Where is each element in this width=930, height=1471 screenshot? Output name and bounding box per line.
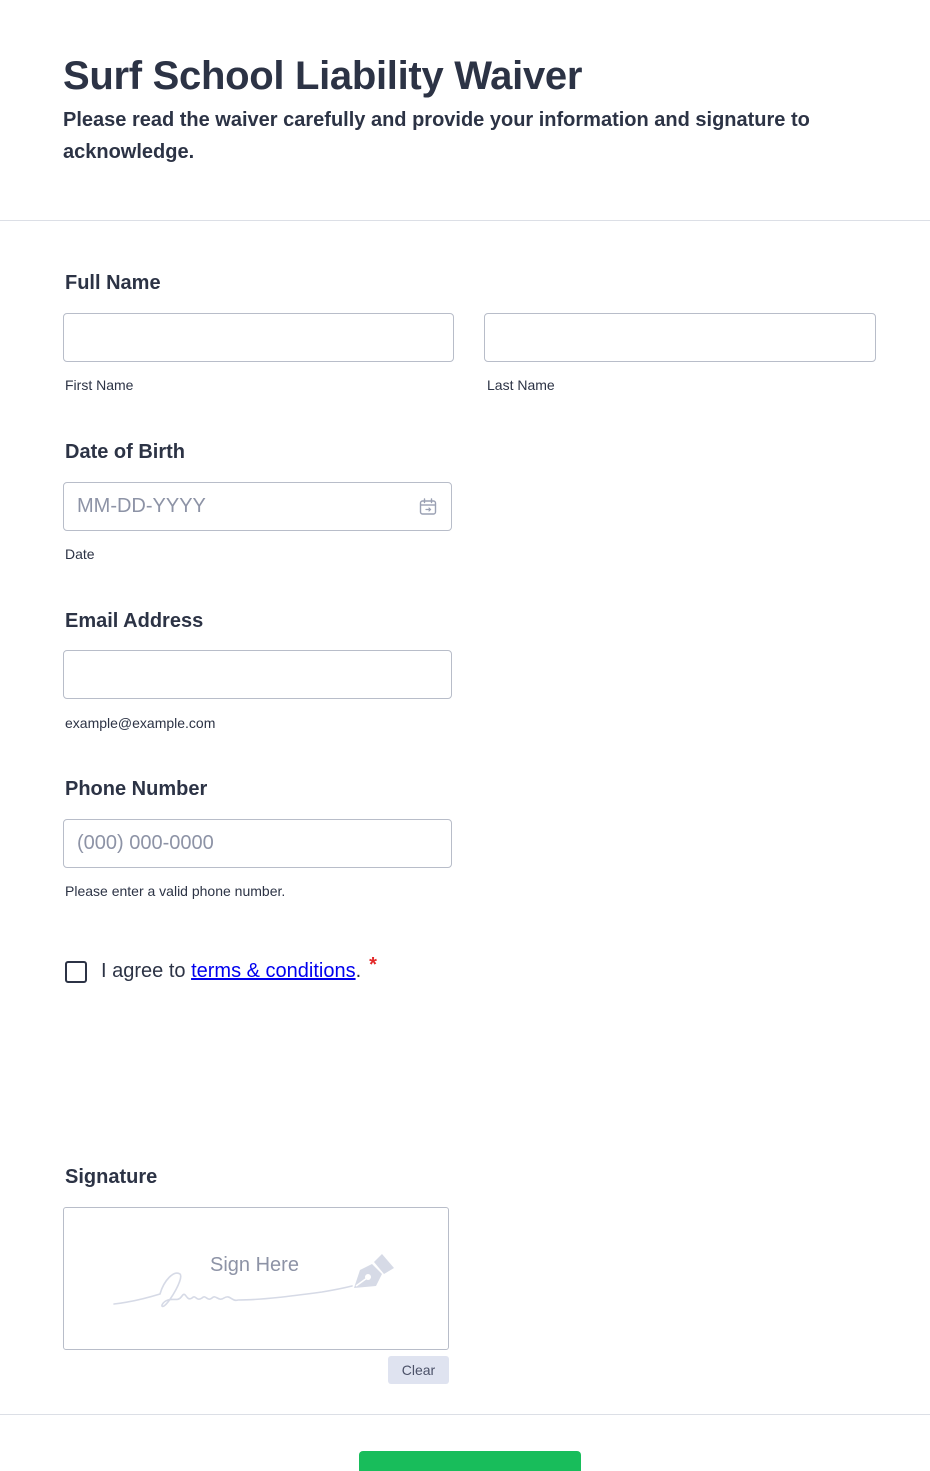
email-label: Email Address — [65, 610, 204, 632]
header-divider — [0, 220, 930, 221]
submit-button[interactable] — [359, 1451, 581, 1471]
dob-sublabel: Date — [65, 546, 95, 562]
calendar-icon[interactable] — [418, 497, 438, 517]
signature-pad[interactable]: Sign Here — [63, 1207, 449, 1350]
email-sublabel: example@example.com — [65, 715, 216, 731]
terms-prefix: I agree to — [101, 960, 192, 982]
footer-divider — [0, 1414, 930, 1415]
phone-input[interactable] — [63, 819, 452, 868]
last-name-input[interactable] — [484, 313, 876, 362]
terms-row: I agree to terms & conditions . * — [64, 954, 377, 983]
dob-label: Date of Birth — [65, 441, 185, 463]
pen-icon — [354, 1254, 394, 1288]
clear-signature-button[interactable]: Clear — [388, 1356, 449, 1384]
terms-suffix: . — [355, 960, 362, 982]
form-title: Surf School Liability Waiver — [63, 54, 583, 98]
phone-label: Phone Number — [65, 778, 208, 800]
first-name-sublabel: First Name — [65, 377, 134, 393]
sign-here-text: Sign Here — [210, 1254, 299, 1276]
required-asterisk: * — [369, 954, 377, 976]
form-header: Surf School Liability Waiver Please read… — [63, 52, 863, 168]
dob-input[interactable] — [63, 482, 452, 531]
signature-label: Signature — [65, 1166, 158, 1188]
last-name-sublabel: Last Name — [487, 377, 555, 393]
full-name-label: Full Name — [65, 272, 161, 294]
terms-checkbox[interactable] — [65, 960, 87, 983]
terms-link[interactable]: terms & conditions — [191, 960, 356, 983]
first-name-input[interactable] — [63, 313, 454, 362]
form-subtitle: Please read the waiver carefully and pro… — [63, 109, 810, 163]
phone-sublabel: Please enter a valid phone number. — [65, 883, 286, 899]
email-input[interactable] — [63, 650, 452, 699]
